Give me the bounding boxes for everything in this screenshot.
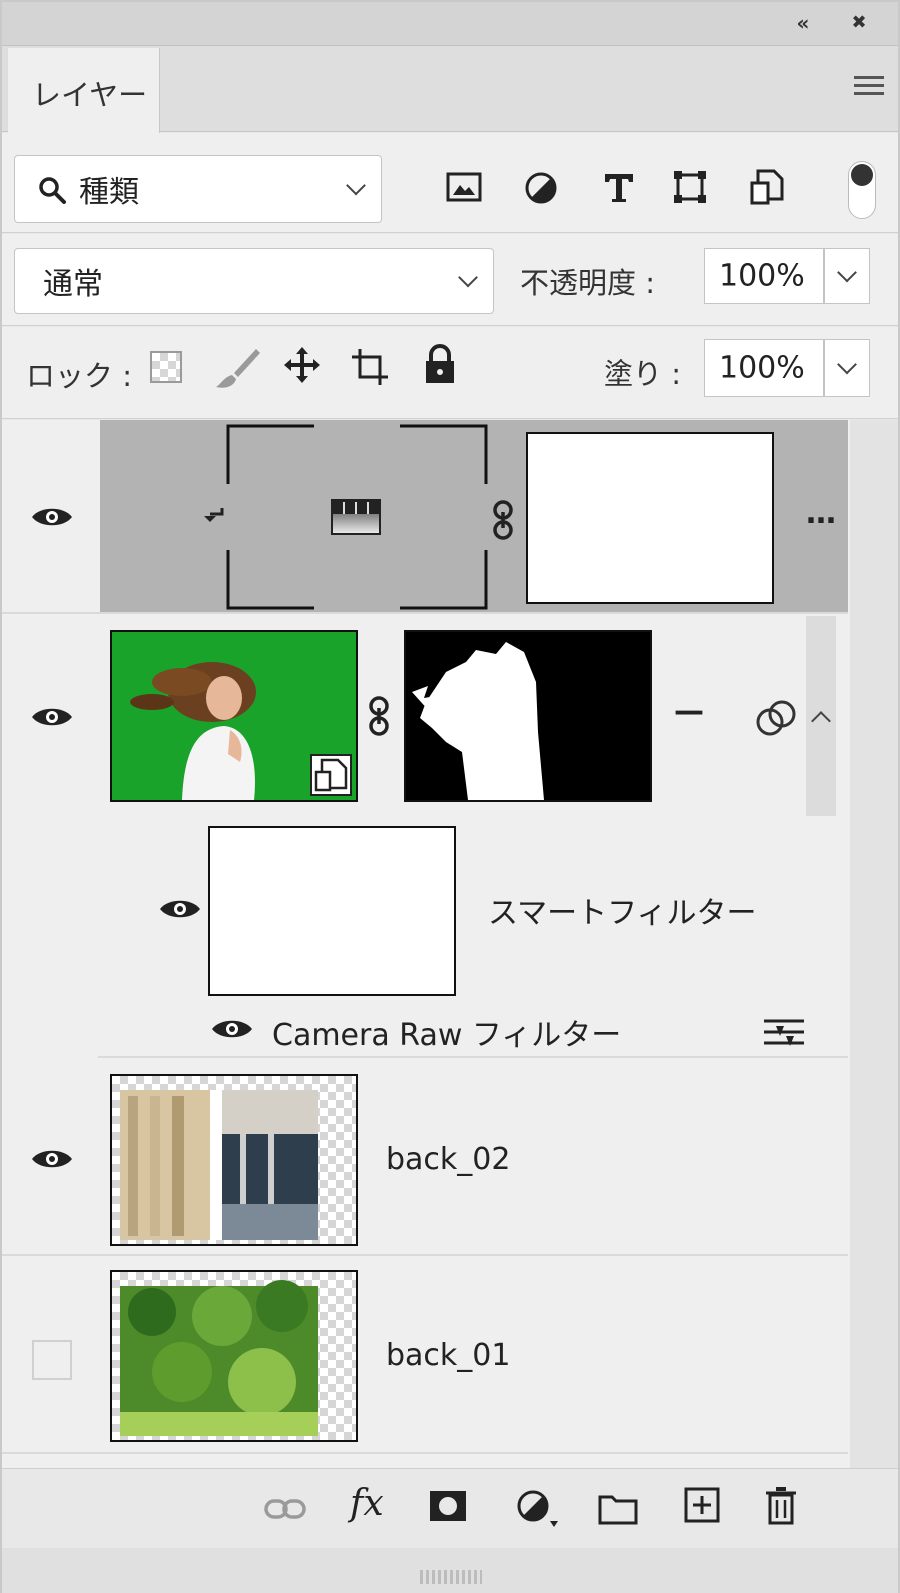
- new-layer-icon[interactable]: [684, 1487, 720, 1523]
- smart-filters-label: スマートフィルター: [488, 896, 757, 931]
- collapse-panel-icon[interactable]: «: [790, 10, 816, 36]
- visibility-toggle-empty[interactable]: [32, 1340, 72, 1380]
- link-icon[interactable]: [492, 500, 514, 540]
- blend-mode-dropdown[interactable]: 通常: [14, 248, 494, 314]
- delete-layer-icon[interactable]: [764, 1485, 798, 1525]
- filter-kind-dropdown[interactable]: 種類: [14, 155, 382, 223]
- image-filter-icon[interactable]: [446, 171, 482, 203]
- lock-transparent-icon[interactable]: [150, 351, 182, 383]
- layer-options-ellipsis[interactable]: …: [806, 496, 836, 531]
- lock-position-icon[interactable]: [282, 345, 322, 385]
- new-fill-adjustment-icon[interactable]: [516, 1489, 560, 1529]
- opacity-input[interactable]: 100%: [704, 248, 824, 304]
- eye-icon[interactable]: [210, 1016, 254, 1042]
- fill-input[interactable]: 100%: [704, 339, 824, 397]
- eye-icon[interactable]: [30, 1146, 74, 1172]
- layers-scrollbar[interactable]: [850, 420, 898, 1468]
- tab-layers-label: レイヤー: [32, 78, 148, 112]
- opacity-label: 不透明度 :: [520, 266, 655, 300]
- layer-dash: —: [674, 694, 704, 729]
- bottom-toolbar: fx: [2, 1468, 898, 1548]
- camera-raw-filter-label[interactable]: Camera Raw フィルター: [272, 1010, 621, 1054]
- panel-resize-grip[interactable]: [2, 1548, 898, 1593]
- type-filter-icon[interactable]: [602, 171, 636, 205]
- blending-options-icon[interactable]: [754, 698, 798, 738]
- adjustment-filter-icon[interactable]: [524, 171, 558, 205]
- opacity-value: 100%: [719, 258, 805, 294]
- filter-toggle-switch[interactable]: [848, 161, 876, 219]
- smart-object-filter-icon[interactable]: [750, 169, 784, 207]
- add-mask-icon[interactable]: [428, 1489, 468, 1523]
- back-01-thumbnail[interactable]: [110, 1270, 358, 1442]
- blend-row: 通常 不透明度 : 100%: [2, 234, 898, 326]
- filter-kind-label: 種類: [79, 175, 139, 210]
- panel-title-strip: « ✖: [2, 2, 898, 46]
- fill-label: 塗り :: [604, 357, 681, 391]
- lock-artboard-icon[interactable]: [350, 347, 390, 387]
- chevron-down-icon: [837, 262, 857, 283]
- lock-row: ロック : 塗り : 100%: [2, 327, 898, 419]
- layer-name-back-02[interactable]: back_02: [386, 1142, 510, 1177]
- smart-filter-mask-thumbnail[interactable]: [208, 826, 456, 996]
- tab-bar: レイヤー: [2, 46, 898, 133]
- collapse-filters-button[interactable]: [806, 616, 836, 816]
- model-smart-object-thumbnail[interactable]: [110, 630, 358, 802]
- eye-icon[interactable]: [30, 504, 74, 530]
- lock-all-icon[interactable]: [422, 343, 458, 387]
- eye-icon[interactable]: [158, 896, 202, 922]
- shape-filter-icon[interactable]: [672, 169, 708, 205]
- layer-name-back-01[interactable]: back_01: [386, 1338, 510, 1373]
- chevron-down-icon: [346, 175, 366, 196]
- layer-mask-thumbnail[interactable]: [526, 432, 774, 604]
- close-panel-icon[interactable]: ✖: [846, 10, 872, 36]
- link-icon[interactable]: [368, 696, 390, 736]
- back-02-thumbnail[interactable]: [110, 1074, 358, 1246]
- tab-layers[interactable]: レイヤー: [8, 48, 160, 133]
- layers-list: … — スマートフィルター Camera Raw フィルター back_02 b…: [2, 420, 898, 1468]
- chevron-down-icon: [837, 354, 857, 375]
- blend-mode-value: 通常: [43, 267, 103, 302]
- clipping-arrow-icon: [204, 508, 224, 522]
- panel-menu-icon[interactable]: [854, 76, 884, 100]
- new-group-icon[interactable]: [598, 1491, 638, 1525]
- opacity-dropdown-button[interactable]: [824, 248, 870, 304]
- fill-dropdown-button[interactable]: [824, 339, 870, 397]
- lock-paint-icon[interactable]: [212, 347, 262, 391]
- link-layers-icon[interactable]: [264, 1497, 306, 1521]
- search-icon: [39, 177, 66, 204]
- smart-object-badge-icon: [310, 754, 352, 796]
- gradient-adjustment-thumbnail[interactable]: [226, 424, 488, 610]
- fill-value: 100%: [719, 350, 805, 386]
- lock-label: ロック :: [26, 359, 132, 393]
- filter-row: 種類: [2, 133, 898, 233]
- chevron-up-icon: [811, 711, 831, 731]
- filter-settings-icon[interactable]: [762, 1016, 806, 1048]
- eye-icon[interactable]: [30, 704, 74, 730]
- layers-panel: « ✖ レイヤー 種類 通常 不透明度: 100% ロック: 塗り: 10…: [0, 0, 900, 1593]
- model-mask-thumbnail[interactable]: [404, 630, 652, 802]
- chevron-down-icon: [458, 267, 478, 288]
- fx-icon[interactable]: fx: [350, 1483, 384, 1524]
